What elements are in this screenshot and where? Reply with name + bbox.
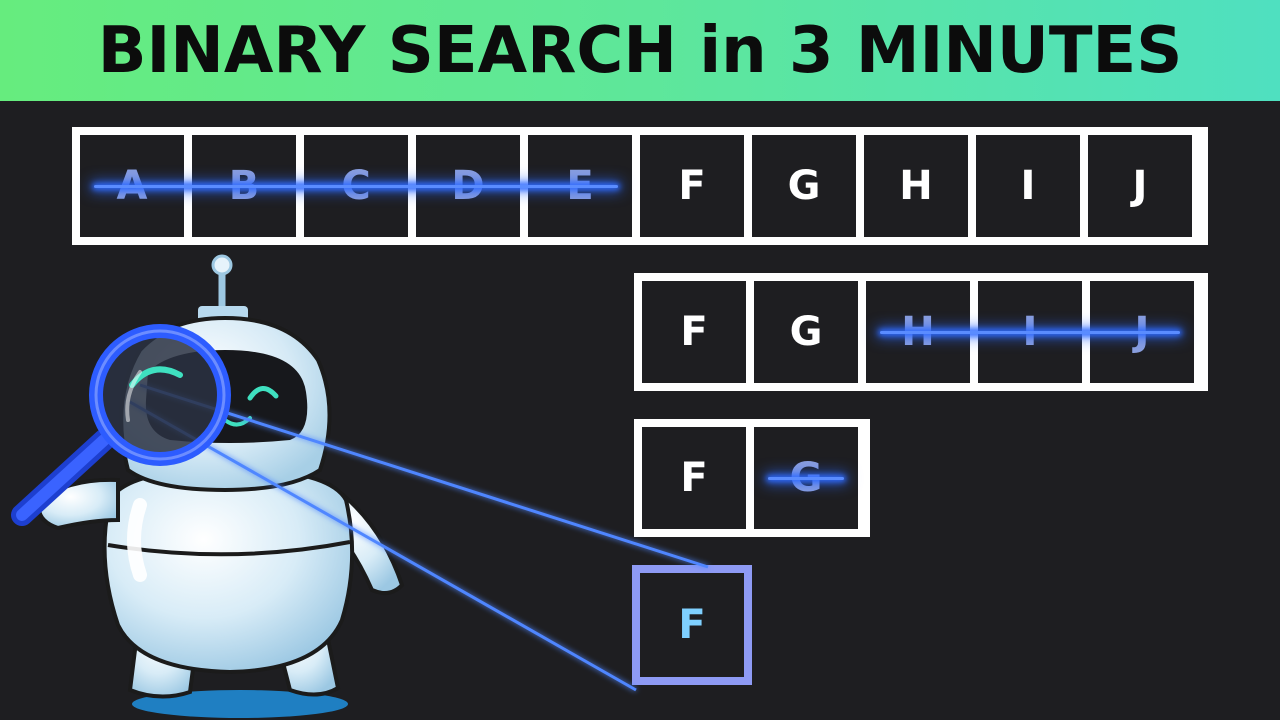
robot-mascot: [11, 254, 709, 718]
robot-antenna-tip: [211, 254, 233, 276]
robot-body-highlight: [127, 498, 147, 582]
